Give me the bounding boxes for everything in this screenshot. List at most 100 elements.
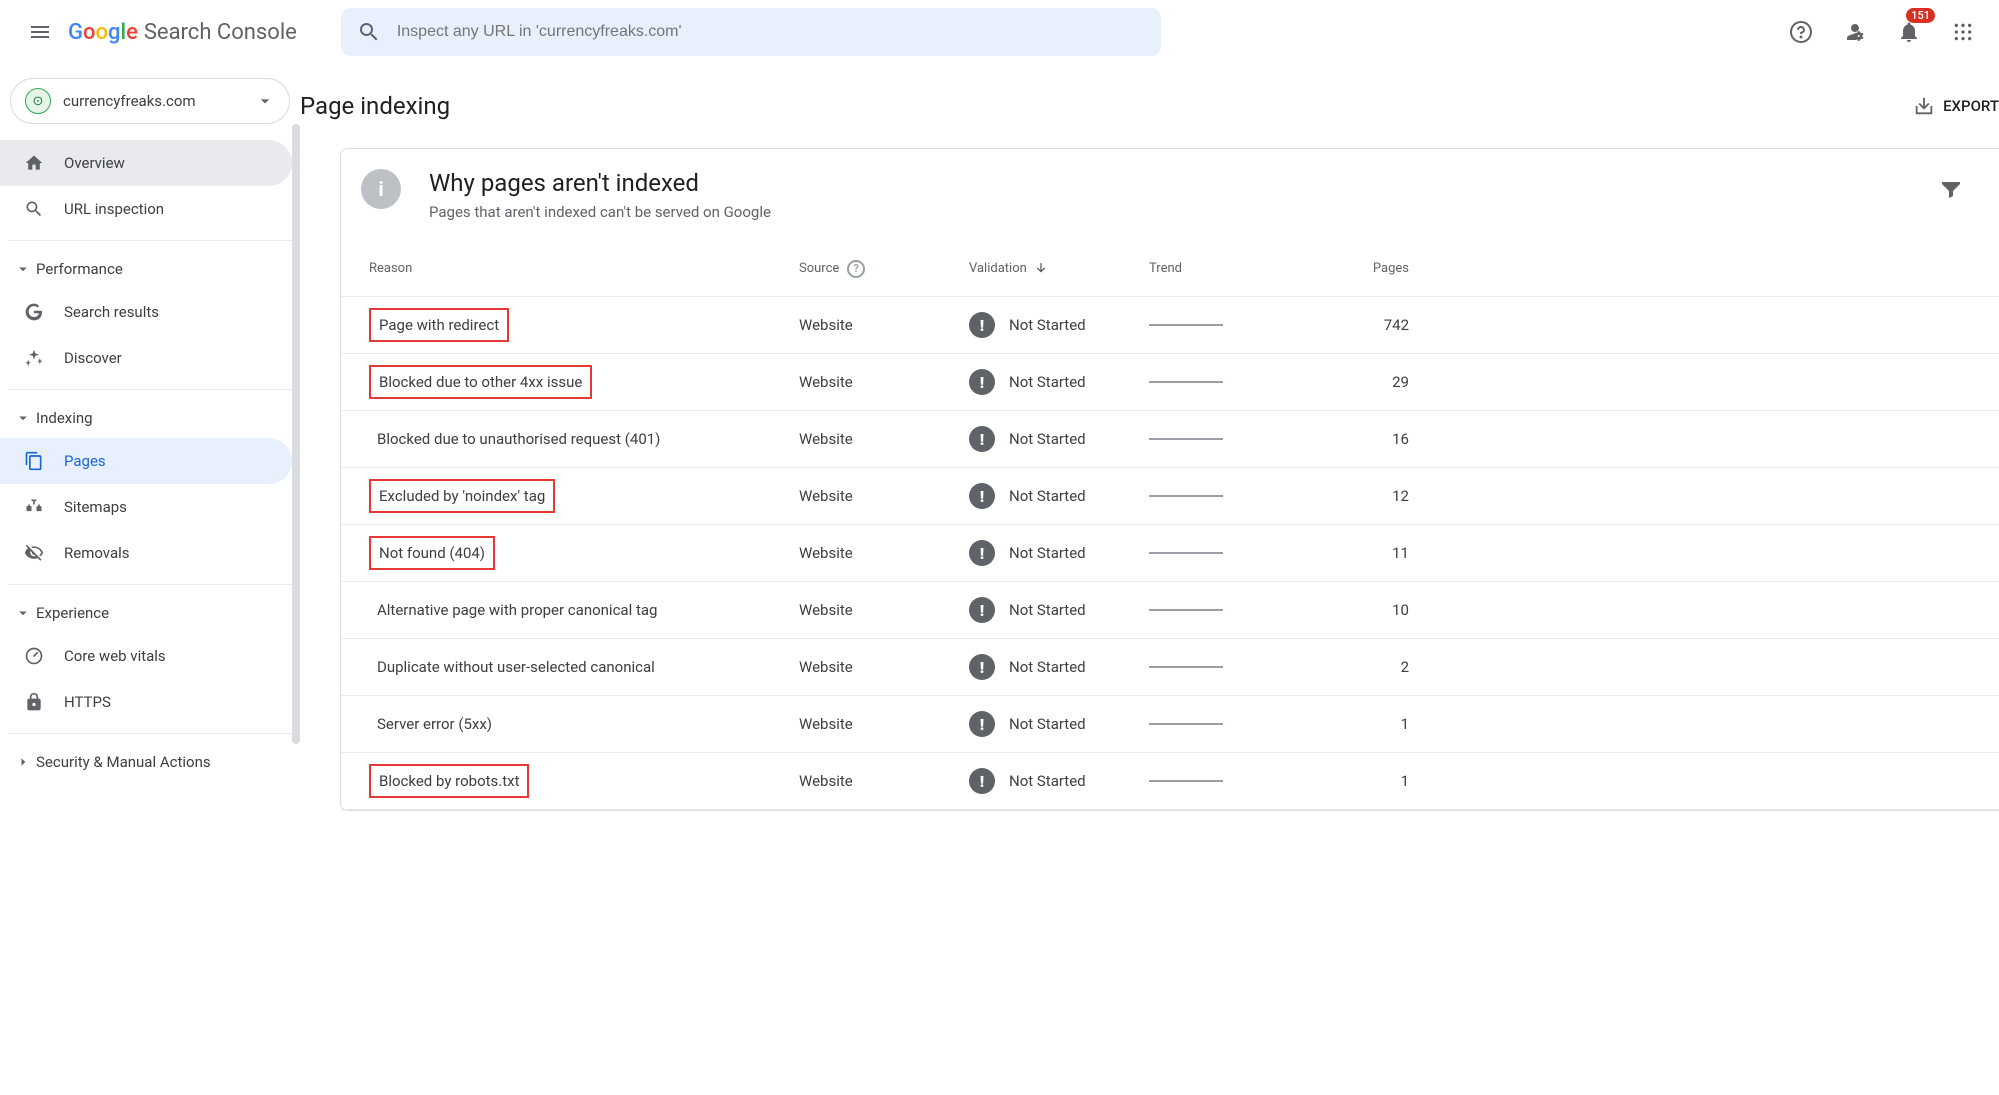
col-pages[interactable]: Pages [1309,261,1409,276]
col-source[interactable]: Source ? [799,260,969,278]
table-row[interactable]: Server error (5xx) Website!Not Started 1 [341,696,1999,753]
source-cell: Website [799,715,969,733]
apps-button[interactable] [1943,12,1983,52]
table-row[interactable]: Excluded by 'noindex' tagWebsite!Not Sta… [341,468,1999,525]
pages-cell: 11 [1309,544,1409,562]
table-body: Page with redirectWebsite!Not Started742… [341,297,1999,810]
url-inspect-input[interactable] [395,22,1145,42]
chevron-down-icon [14,604,34,622]
person-gear-icon [1843,20,1867,44]
main-content: Page indexing EXPORT i Why pages aren't … [300,64,1999,811]
table-row[interactable]: Blocked due to other 4xx issueWebsite!No… [341,354,1999,411]
nav-removals[interactable]: Removals [0,530,292,576]
hamburger-menu[interactable] [16,8,64,56]
reason-cell: Not found (404) [369,536,799,570]
trend-sparkline [1149,666,1223,668]
sidebar-scrollbar[interactable] [292,124,300,744]
trend-cell [1149,381,1309,383]
reason-text: Page with redirect [369,308,509,342]
validation-text: Not Started [1009,316,1086,334]
table-row[interactable]: Page with redirectWebsite!Not Started742 [341,297,1999,354]
nav-label: HTTPS [64,693,111,711]
table-row[interactable]: Alternative page with proper canonical t… [341,582,1999,639]
nav-group-experience[interactable]: Experience [0,593,300,633]
reason-text: Duplicate without user-selected canonica… [369,652,663,682]
pages-cell: 1 [1309,772,1409,790]
col-trend[interactable]: Trend [1149,261,1309,276]
card-header: i Why pages aren't indexed Pages that ar… [341,149,1999,241]
reason-text: Blocked due to other 4xx issue [369,365,592,399]
nav-https[interactable]: HTTPS [0,679,292,725]
trend-cell [1149,780,1309,782]
nav-overview[interactable]: Overview [0,140,292,186]
header-actions: 151 [1741,12,1983,52]
help-button[interactable] [1781,12,1821,52]
pages-cell: 742 [1309,316,1409,334]
table-row[interactable]: Blocked by robots.txtWebsite!Not Started… [341,753,1999,810]
reason-cell: Alternative page with proper canonical t… [369,595,799,625]
nav-sitemaps[interactable]: Sitemaps [0,484,292,530]
lock-icon [22,692,46,712]
trend-cell [1149,495,1309,497]
pages-cell: 1 [1309,715,1409,733]
page-header-row: Page indexing EXPORT [300,92,1999,148]
nav-url-inspection[interactable]: URL inspection [0,186,292,232]
apps-grid-icon [1953,22,1973,42]
product-logo[interactable]: Google Search Console [68,20,297,45]
nav-group-performance[interactable]: Performance [0,249,300,289]
nav-pages[interactable]: Pages [0,438,292,484]
speedometer-icon [22,646,46,666]
google-wordmark: Google [68,20,138,45]
table-row[interactable]: Blocked due to unauthorised request (401… [341,411,1999,468]
nav-group-indexing[interactable]: Indexing [0,398,300,438]
reason-text: Server error (5xx) [369,709,500,739]
filter-button[interactable] [1931,169,1971,209]
reason-cell: Blocked due to other 4xx issue [369,365,799,399]
nav-group-label: Security & Manual Actions [36,753,211,771]
reason-text: Blocked due to unauthorised request (401… [369,424,668,454]
table-row[interactable]: Not found (404)Website!Not Started11 [341,525,1999,582]
exclamation-icon: ! [969,597,995,623]
nav-label: Search results [64,303,159,321]
property-favicon: ⊙ [25,88,51,114]
validation-cell: !Not Started [969,426,1149,452]
card-subtitle: Pages that aren't indexed can't be serve… [429,203,771,221]
arrow-down-icon [1033,261,1049,277]
divider [8,733,292,734]
source-cell: Website [799,430,969,448]
users-settings-button[interactable] [1835,12,1875,52]
reason-cell: Server error (5xx) [369,709,799,739]
table-row[interactable]: Duplicate without user-selected canonica… [341,639,1999,696]
pages-icon [22,451,46,471]
validation-text: Not Started [1009,658,1086,676]
page-title: Page indexing [300,92,450,120]
exclamation-icon: ! [969,654,995,680]
export-label: EXPORT [1943,97,1999,115]
trend-sparkline [1149,780,1223,782]
notifications-button[interactable]: 151 [1889,12,1929,52]
trend-cell [1149,552,1309,554]
trend-cell [1149,438,1309,440]
nav-label: Discover [64,349,122,367]
sitemap-icon [22,497,46,517]
nav-search-results[interactable]: Search results [0,289,292,335]
source-cell: Website [799,373,969,391]
export-button[interactable]: EXPORT [1913,95,1999,117]
nav-discover[interactable]: Discover [0,335,292,381]
validation-cell: !Not Started [969,711,1149,737]
nav-group-security[interactable]: Security & Manual Actions [0,742,300,782]
card-title: Why pages aren't indexed [429,169,771,197]
nav-core-web-vitals[interactable]: Core web vitals [0,633,292,679]
menu-icon [28,20,52,44]
trend-sparkline [1149,324,1223,326]
help-icon[interactable]: ? [847,260,865,278]
col-source-label: Source [799,261,839,276]
col-reason[interactable]: Reason [369,261,799,276]
validation-cell: !Not Started [969,312,1149,338]
col-validation[interactable]: Validation [969,261,1149,277]
property-selector[interactable]: ⊙ currencyfreaks.com [10,78,290,124]
card-titles: Why pages aren't indexed Pages that aren… [429,169,771,221]
url-inspect-bar[interactable] [341,8,1161,56]
source-cell: Website [799,487,969,505]
exclamation-icon: ! [969,540,995,566]
